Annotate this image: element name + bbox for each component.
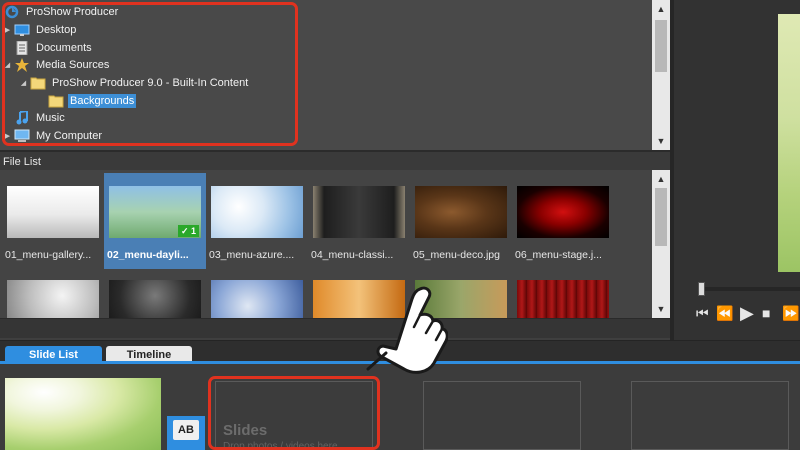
file-list-scrollbar[interactable]: ▲ ▼ bbox=[652, 170, 670, 318]
scroll-down-icon[interactable]: ▼ bbox=[652, 132, 670, 150]
file-name: 03_menu-azure.... bbox=[209, 249, 295, 261]
play-icon[interactable]: ▶ bbox=[740, 303, 754, 323]
file-thumbnail[interactable] bbox=[104, 267, 206, 318]
scroll-up-icon[interactable]: ▲ bbox=[652, 0, 670, 18]
file-thumbnail[interactable]: 06_menu-stage.j... bbox=[512, 173, 614, 269]
file-thumbnail[interactable] bbox=[512, 267, 614, 318]
empty-slide-slot[interactable] bbox=[423, 381, 581, 450]
rewind-icon[interactable]: ⏪ bbox=[716, 303, 733, 323]
file-thumbnail[interactable]: 05_menu-deco.jpg bbox=[410, 173, 512, 269]
scrollbar-thumb[interactable] bbox=[655, 20, 667, 72]
preview-panel: ⏮ ⏪ ▶ ■ ⏩ bbox=[670, 0, 800, 340]
file-thumbnail[interactable] bbox=[2, 267, 104, 318]
image-thumbnail-icon bbox=[7, 280, 99, 318]
empty-slide-slot[interactable] bbox=[631, 381, 789, 450]
stop-icon[interactable]: ■ bbox=[762, 303, 770, 323]
image-thumbnail-icon bbox=[313, 186, 405, 238]
file-list-header: File List bbox=[0, 150, 670, 170]
tree-scrollbar[interactable]: ▲ ▼ bbox=[652, 0, 670, 150]
scroll-down-icon[interactable]: ▼ bbox=[652, 300, 670, 318]
image-thumbnail-icon: ✓ 1 bbox=[109, 186, 201, 238]
folder-tree-highlight-box bbox=[2, 2, 298, 146]
image-thumbnail-icon bbox=[517, 280, 609, 318]
image-thumbnail-icon bbox=[211, 186, 303, 238]
file-list: 01_menu-gallery... ✓ 1 02_menu-dayli... … bbox=[0, 170, 652, 318]
file-name: 02_menu-dayli... bbox=[107, 249, 189, 261]
file-name: 04_menu-classi... bbox=[311, 249, 394, 261]
file-name: 06_menu-stage.j... bbox=[515, 249, 602, 261]
transition-ab-icon: AB bbox=[173, 420, 199, 440]
file-thumbnail[interactable]: 03_menu-azure.... bbox=[206, 173, 308, 269]
image-thumbnail-icon bbox=[109, 280, 201, 318]
file-thumbnail[interactable] bbox=[206, 267, 308, 318]
hand-pointer-icon bbox=[366, 286, 448, 374]
transition-button[interactable]: AB bbox=[167, 416, 205, 450]
file-list-status-bar bbox=[0, 318, 670, 338]
file-name: 01_menu-gallery... bbox=[5, 249, 92, 261]
file-name: 05_menu-deco.jpg bbox=[413, 249, 500, 261]
proshow-producer-window: ProShow Producer ▶ Desktop Documents ◢ M… bbox=[0, 0, 800, 450]
skip-back-icon[interactable]: ⏮ bbox=[696, 303, 709, 323]
slide-thumbnail[interactable] bbox=[5, 378, 161, 450]
scrollbar-thumb[interactable] bbox=[655, 188, 667, 246]
slide-list: AB Slides Drop photos / videos here bbox=[0, 364, 800, 450]
file-thumbnail[interactable]: 01_menu-gallery... bbox=[2, 173, 104, 269]
used-count-badge: ✓ 1 bbox=[177, 225, 199, 237]
preview-image bbox=[778, 14, 800, 272]
file-thumbnail[interactable]: ✓ 1 02_menu-dayli... bbox=[104, 173, 206, 269]
scroll-up-icon[interactable]: ▲ bbox=[652, 170, 670, 188]
image-thumbnail-icon bbox=[211, 280, 303, 318]
slide-drop-highlight-box bbox=[208, 376, 380, 450]
image-thumbnail-icon bbox=[415, 186, 507, 238]
fast-forward-icon[interactable]: ⏩ bbox=[782, 303, 799, 323]
file-thumbnail[interactable]: 04_menu-classi... bbox=[308, 173, 410, 269]
playback-scrubber[interactable] bbox=[700, 287, 800, 291]
image-thumbnail-icon bbox=[517, 186, 609, 238]
scrubber-handle[interactable] bbox=[698, 282, 705, 296]
image-thumbnail-icon bbox=[7, 186, 99, 238]
